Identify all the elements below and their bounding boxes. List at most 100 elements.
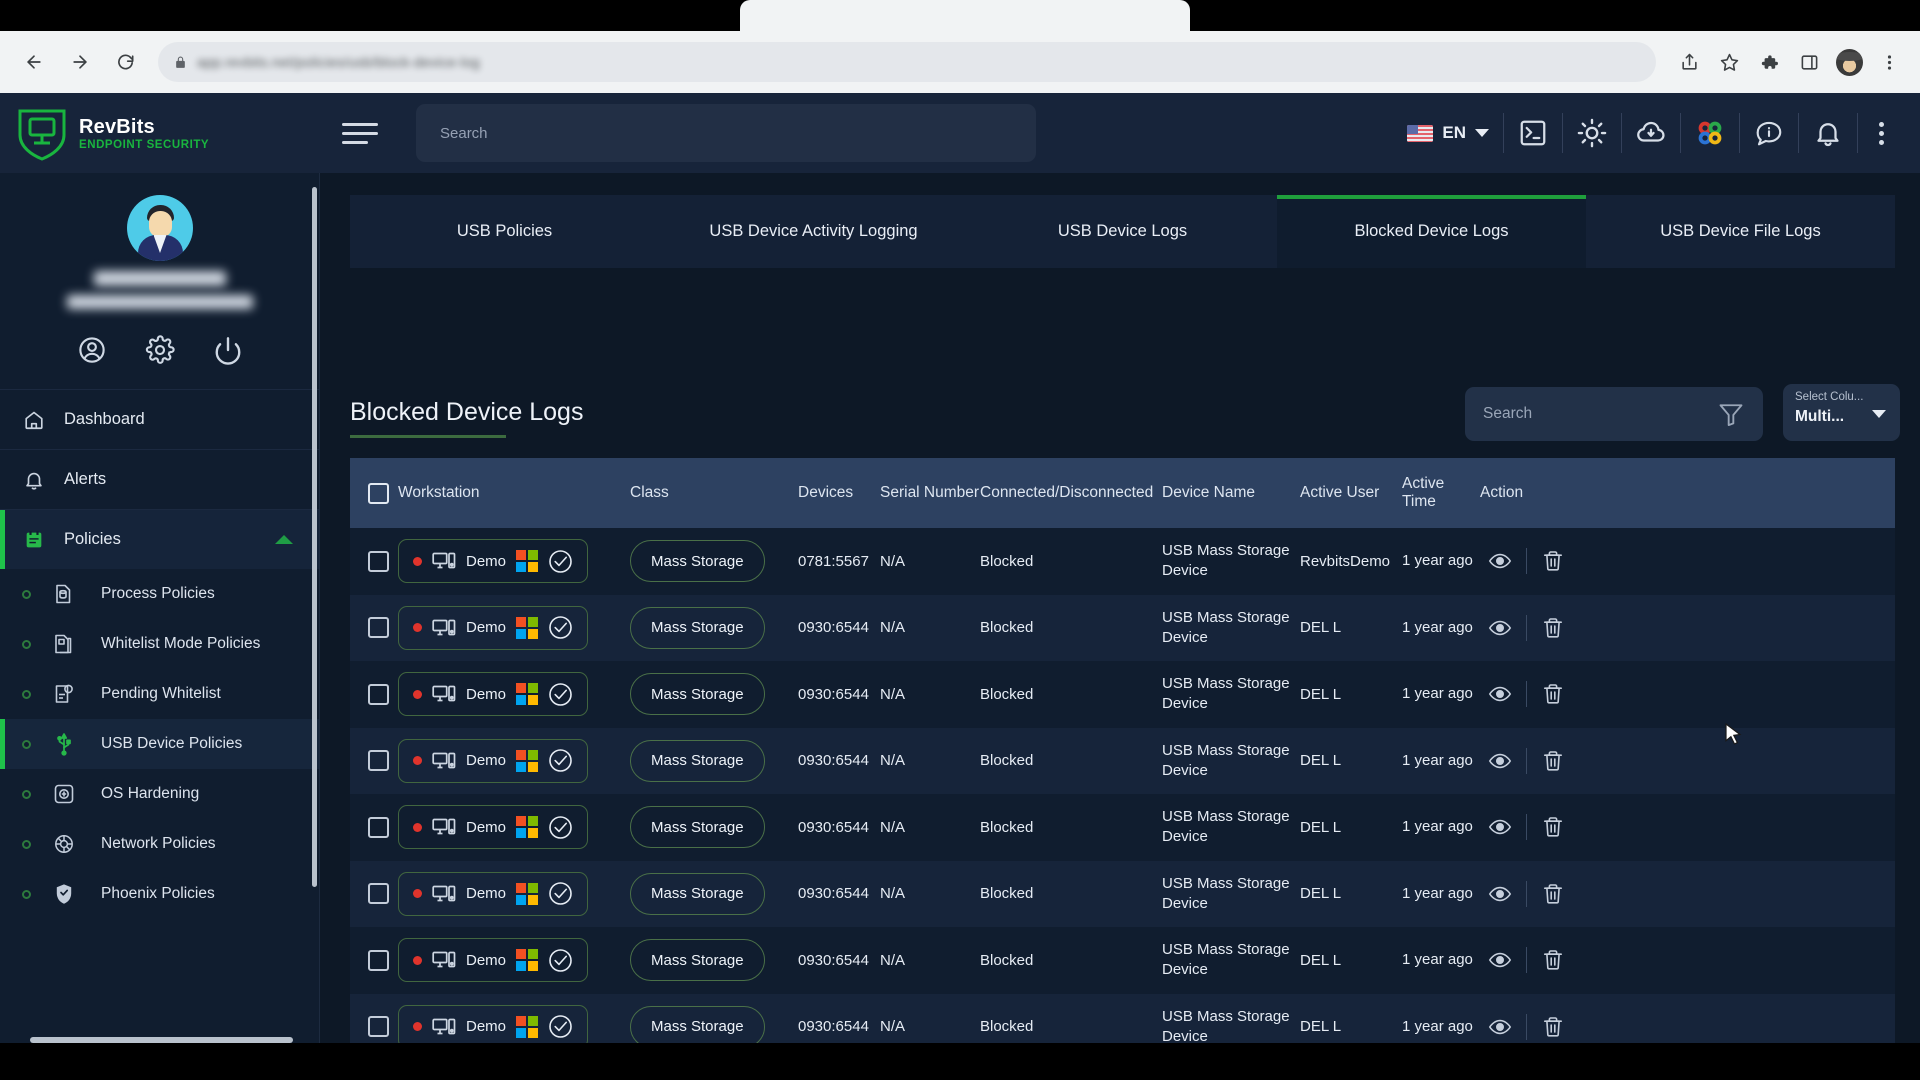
- workstation-chip[interactable]: Demo: [398, 672, 589, 717]
- row-checkbox[interactable]: [368, 816, 389, 838]
- info-chat-icon[interactable]: [1740, 103, 1798, 163]
- column-header-workstation[interactable]: Workstation: [398, 484, 630, 502]
- sidebar-item-whitelist-mode-policies[interactable]: Whitelist Mode Policies: [0, 619, 319, 669]
- address-bar[interactable]: app.revbits.net/policies/usb/block-devic…: [158, 42, 1656, 82]
- table-row[interactable]: Demo Mass Storage 0930:6544 N/A Blocked USB M…: [350, 993, 1895, 1043]
- view-icon[interactable]: [1480, 543, 1520, 579]
- delete-icon[interactable]: [1533, 1009, 1573, 1043]
- column-header-active-user[interactable]: Active User: [1300, 484, 1402, 502]
- view-icon[interactable]: [1480, 942, 1520, 978]
- star-icon[interactable]: [1712, 45, 1746, 79]
- workstation-chip[interactable]: Demo: [398, 1004, 589, 1043]
- back-arrow-icon[interactable]: [14, 42, 54, 82]
- tab-usb-policies[interactable]: USB Policies: [350, 195, 659, 268]
- delete-icon[interactable]: [1533, 543, 1573, 579]
- sidebar-item-process-policies[interactable]: Process Policies: [0, 569, 319, 619]
- workstation-chip[interactable]: Demo: [398, 539, 589, 584]
- sidebar-item-alerts[interactable]: Alerts: [0, 449, 319, 509]
- table-header-row: Workstation Class Devices Serial Number …: [350, 458, 1895, 528]
- apps-grid-icon[interactable]: [1681, 103, 1739, 163]
- serial-number: N/A: [880, 818, 906, 836]
- column-header-class[interactable]: Class: [630, 484, 798, 502]
- table-row[interactable]: Demo Mass Storage 0930:6544 N/A Blocked USB M…: [350, 927, 1895, 994]
- view-icon[interactable]: [1480, 743, 1520, 779]
- table-row[interactable]: Demo Mass Storage 0930:6544 N/A Blocked USB M…: [350, 860, 1895, 927]
- delete-icon[interactable]: [1533, 743, 1573, 779]
- brand-logo-block[interactable]: RevBits ENDPOINT SECURITY: [0, 93, 320, 173]
- browser-avatar-icon[interactable]: [1832, 45, 1866, 79]
- side-panel-icon[interactable]: [1792, 45, 1826, 79]
- tab-blocked-device-logs[interactable]: Blocked Device Logs: [1277, 195, 1586, 268]
- notification-bell-icon[interactable]: [1799, 103, 1857, 163]
- view-icon[interactable]: [1480, 676, 1520, 712]
- sidebar-item-phoenix-policies[interactable]: Phoenix Policies: [0, 869, 319, 919]
- workstation-chip[interactable]: Demo: [398, 871, 589, 916]
- table-search-input[interactable]: Search: [1465, 387, 1763, 441]
- reload-icon[interactable]: [106, 42, 146, 82]
- workstation-monitor-icon: [432, 684, 456, 704]
- table-row[interactable]: Demo Mass Storage 0930:6544 N/A Blocked USB M…: [350, 727, 1895, 794]
- view-icon[interactable]: [1480, 876, 1520, 912]
- table-row[interactable]: Demo Mass Storage 0930:6544 N/A Blocked USB M…: [350, 794, 1895, 861]
- delete-icon[interactable]: [1533, 610, 1573, 646]
- sidebar-item-pending-whitelist[interactable]: Pending Whitelist: [0, 669, 319, 719]
- active-user: DEL L: [1300, 951, 1342, 969]
- settings-gear-icon[interactable]: [143, 333, 177, 367]
- sidebar-item-dashboard[interactable]: Dashboard: [0, 389, 319, 449]
- tab-usb-device-activity-logging[interactable]: USB Device Activity Logging: [659, 195, 968, 268]
- column-header-connected-disconnected[interactable]: Connected/Disconnected: [980, 484, 1162, 502]
- table-row[interactable]: Demo Mass Storage 0781:5567 N/A Blocked USB M…: [350, 528, 1895, 595]
- column-header-device-name[interactable]: Device Name: [1162, 484, 1300, 502]
- select-columns-dropdown[interactable]: Select Colu... Multi...: [1783, 384, 1900, 441]
- row-checkbox[interactable]: [368, 750, 389, 772]
- view-icon[interactable]: [1480, 610, 1520, 646]
- workstation-chip[interactable]: Demo: [398, 805, 589, 850]
- view-icon[interactable]: [1480, 1009, 1520, 1043]
- sidebar-item-network-policies[interactable]: Network Policies: [0, 819, 319, 869]
- view-icon[interactable]: [1480, 809, 1520, 845]
- tab-usb-device-logs[interactable]: USB Device Logs: [968, 195, 1277, 268]
- column-header-devices[interactable]: Devices: [798, 484, 880, 502]
- power-icon[interactable]: [211, 333, 245, 367]
- serial-number: N/A: [880, 552, 906, 570]
- share-icon[interactable]: [1672, 45, 1706, 79]
- language-selector[interactable]: EN: [1393, 123, 1503, 143]
- row-checkbox[interactable]: [368, 1016, 389, 1038]
- table-row[interactable]: Demo Mass Storage 0930:6544 N/A Blocked USB M…: [350, 661, 1895, 728]
- sidebar-item-label: Dashboard: [64, 410, 145, 428]
- hamburger-icon[interactable]: [342, 113, 388, 153]
- terminal-icon[interactable]: [1504, 103, 1562, 163]
- chevron-up-icon[interactable]: [275, 535, 293, 544]
- user-profile-icon[interactable]: [75, 333, 109, 367]
- delete-icon[interactable]: [1533, 942, 1573, 978]
- search-input[interactable]: Search: [416, 104, 1036, 162]
- sidebar-item-policies[interactable]: Policies: [0, 509, 319, 569]
- overflow-menu-icon[interactable]: [1858, 103, 1904, 163]
- cloud-download-icon[interactable]: [1622, 103, 1680, 163]
- delete-icon[interactable]: [1533, 676, 1573, 712]
- row-checkbox[interactable]: [368, 883, 389, 905]
- three-dot-menu-icon[interactable]: [1872, 45, 1906, 79]
- column-header-serial-number[interactable]: Serial Number: [880, 484, 980, 502]
- workstation-chip[interactable]: Demo: [398, 938, 589, 983]
- funnel-filter-icon[interactable]: [1717, 400, 1745, 428]
- tab-usb-device-file-logs[interactable]: USB Device File Logs: [1586, 195, 1895, 268]
- row-checkbox[interactable]: [368, 683, 389, 705]
- sidebar-item-os-hardening[interactable]: OS Hardening: [0, 769, 319, 819]
- delete-icon[interactable]: [1533, 876, 1573, 912]
- workstation-chip[interactable]: Demo: [398, 605, 589, 650]
- brightness-icon[interactable]: [1563, 103, 1621, 163]
- column-header-active-time[interactable]: Active Time: [1402, 475, 1480, 511]
- puzzle-icon[interactable]: [1752, 45, 1786, 79]
- table-row[interactable]: Demo Mass Storage 0930:6544 N/A Blocked USB M…: [350, 594, 1895, 661]
- select-all-checkbox[interactable]: [368, 482, 389, 504]
- sidebar-scrollbar[interactable]: [312, 187, 317, 887]
- delete-icon[interactable]: [1533, 809, 1573, 845]
- workstation-chip[interactable]: Demo: [398, 738, 589, 783]
- row-checkbox[interactable]: [368, 949, 389, 971]
- row-checkbox[interactable]: [368, 617, 389, 639]
- forward-arrow-icon[interactable]: [60, 42, 100, 82]
- sidebar-item-usb-device-policies[interactable]: USB Device Policies: [0, 719, 319, 769]
- horizontal-scrollbar[interactable]: [30, 1037, 293, 1043]
- row-checkbox[interactable]: [368, 550, 389, 572]
